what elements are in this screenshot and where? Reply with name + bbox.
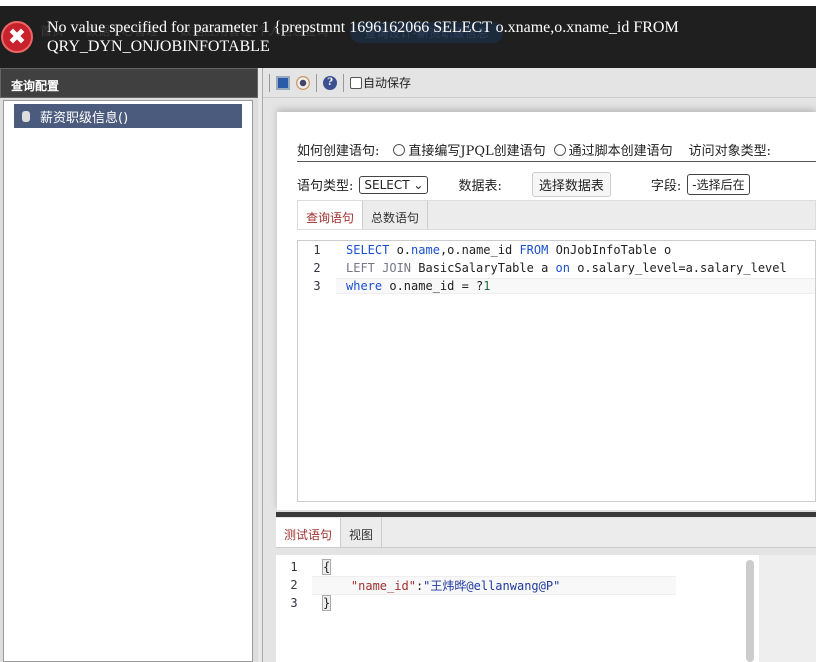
tab-view[interactable]: 视图 bbox=[341, 518, 383, 547]
code-line: 2 LEFT JOIN BasicSalaryTable a on o.salar… bbox=[298, 259, 815, 277]
preview-icon[interactable] bbox=[296, 75, 310, 90]
line-number: 3 bbox=[313, 279, 321, 293]
token: o.name_id = ? bbox=[382, 279, 484, 293]
line-number: 1 bbox=[290, 560, 298, 574]
create-method-row: 如何创建语句: 直接编写JPQL创建语句 通过脚本创建语句 访问对象类型: bbox=[297, 138, 816, 162]
create-label: 如何创建语句: bbox=[297, 144, 380, 159]
side-area bbox=[759, 555, 816, 662]
token: 1 bbox=[483, 279, 491, 293]
error-banner: ✖ No value specified for parameter 1 {pr… bbox=[0, 12, 816, 62]
token: o.salary_level=a.salary_level bbox=[569, 261, 787, 275]
token: { bbox=[322, 559, 332, 575]
stmt-type-select[interactable]: SELECT ⌄ bbox=[359, 175, 429, 194]
scrollbar[interactable] bbox=[746, 560, 754, 662]
sidebar: 查询配置 薪资职级信息() bbox=[0, 68, 258, 662]
token: LEFT JOIN bbox=[346, 261, 412, 275]
line-number: 1 bbox=[313, 243, 321, 257]
query-editor[interactable]: 1 SELECT o.name,o.name_id FROM OnJobInfoT… bbox=[297, 240, 816, 502]
line-number: 2 bbox=[313, 261, 321, 275]
token: "name_id" bbox=[350, 578, 416, 593]
help-icon[interactable]: ? bbox=[323, 75, 337, 90]
top-bar: 首页 数据中心管理 数据应用管理-个人信息查询 查询设计-薪资职级信息 ✖ No… bbox=[0, 0, 816, 68]
divider bbox=[316, 73, 317, 92]
tree-item-label: 薪资职级信息() bbox=[40, 110, 129, 126]
radio-jpql[interactable]: 直接编写JPQL创建语句 bbox=[393, 140, 546, 159]
token: SELECT bbox=[346, 243, 390, 257]
query-form: 如何创建语句: 直接编写JPQL创建语句 通过脚本创建语句 访问对象类型: 语句… bbox=[277, 112, 816, 510]
divider bbox=[343, 73, 344, 92]
database-icon bbox=[22, 110, 30, 122]
table-label: 数据表: bbox=[458, 179, 502, 194]
autosave-checkbox[interactable] bbox=[350, 76, 362, 89]
radio-label: 通过脚本创建语句 bbox=[568, 144, 673, 159]
token: where bbox=[346, 279, 383, 293]
code-line: 3 where o.name_id = ?1 bbox=[298, 277, 815, 295]
choose-table-button[interactable]: 选择数据表 bbox=[531, 172, 611, 197]
toolbar: ? 自动保存 bbox=[263, 68, 816, 98]
query-tabs: 查询语句 总数语句 bbox=[297, 200, 816, 230]
splitter-handle[interactable] bbox=[276, 512, 816, 517]
save-icon[interactable] bbox=[276, 75, 290, 90]
tab-count[interactable]: 总数语句 bbox=[363, 201, 429, 229]
line-number: 2 bbox=[290, 578, 298, 592]
token: } bbox=[322, 595, 332, 611]
tree-item[interactable]: 薪资职级信息() bbox=[14, 104, 242, 128]
token: name bbox=[411, 243, 440, 257]
token: ,o.name_id bbox=[439, 243, 520, 257]
field-select[interactable]: -选择后在 bbox=[687, 174, 750, 195]
tab-test[interactable]: 测试语句 bbox=[276, 518, 342, 547]
test-tabs: 测试语句 视图 bbox=[276, 518, 816, 548]
code-line: 1 SELECT o.name,o.name_id FROM OnJobInfoT… bbox=[298, 241, 815, 259]
tree: 薪资职级信息() bbox=[3, 100, 253, 662]
autosave-label: 自动保存 bbox=[363, 76, 412, 90]
select-value: SELECT bbox=[364, 177, 410, 192]
error-icon: ✖ bbox=[1, 21, 33, 53]
line-number: 3 bbox=[290, 596, 298, 610]
token: FROM bbox=[519, 243, 549, 257]
token: OnJobInfoTable o bbox=[548, 243, 672, 257]
error-message: No value specified for parameter 1 {prep… bbox=[47, 19, 679, 55]
access-label: 访问对象类型: bbox=[688, 144, 772, 159]
code-line: 2 "name_id":"王炜晔@ellanwang@P" bbox=[276, 575, 676, 595]
code-line: 3} bbox=[276, 594, 676, 612]
token: on bbox=[555, 261, 570, 275]
stmt-type-label: 语句类型: bbox=[297, 179, 354, 194]
statement-row: 语句类型: SELECT ⌄ 数据表: 选择数据表 字段: -选择后在 bbox=[297, 172, 816, 197]
field-label: 字段: bbox=[650, 179, 682, 194]
divider bbox=[269, 73, 270, 92]
token: o. bbox=[389, 243, 412, 257]
code-line: 1{ bbox=[276, 558, 676, 576]
tab-query[interactable]: 查询语句 bbox=[298, 201, 364, 229]
test-editor[interactable]: 1{ 2 "name_id":"王炜晔@ellanwang@P" 3} bbox=[276, 555, 816, 662]
sidebar-title: 查询配置 bbox=[0, 68, 258, 98]
token: BasicSalaryTable a bbox=[411, 261, 556, 275]
radio-label: 直接编写JPQL创建语句 bbox=[408, 144, 546, 159]
radio-script[interactable]: 通过脚本创建语句 bbox=[553, 140, 673, 159]
token: "王炜晔@ellanwang@P" bbox=[423, 578, 561, 593]
